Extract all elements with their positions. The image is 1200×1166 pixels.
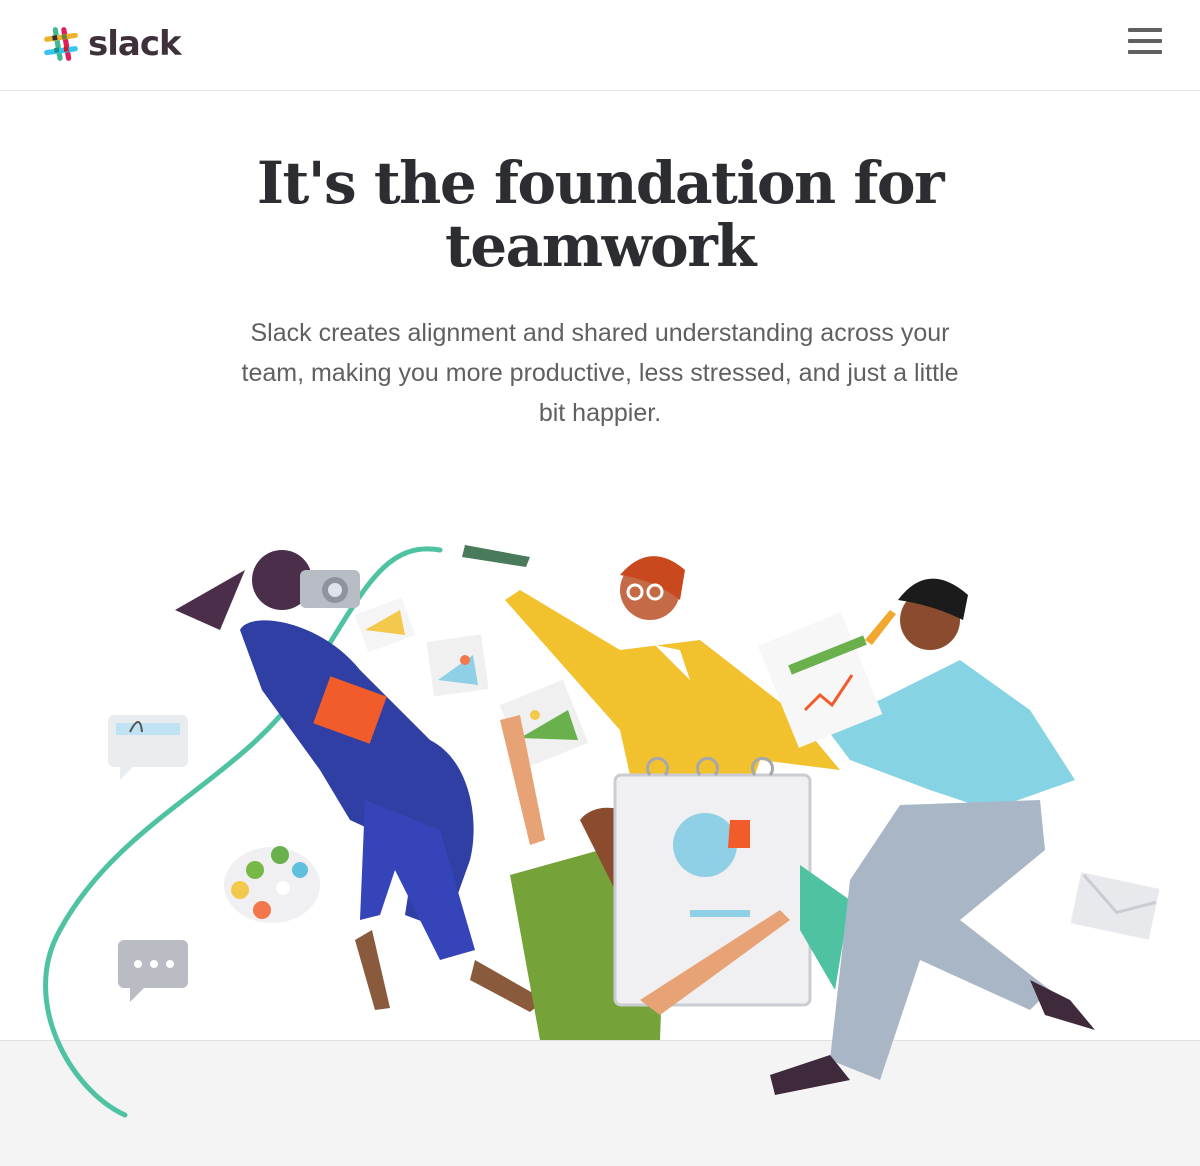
chat-bubble-icon — [118, 940, 188, 1002]
hamburger-menu-icon[interactable] — [1126, 26, 1164, 56]
logo-wordmark: slack — [88, 24, 182, 64]
site-header: slack — [0, 0, 1200, 91]
envelope-icon — [1070, 872, 1160, 940]
hero-subtitle: Slack creates alignment and shared under… — [241, 319, 959, 427]
paint-palette-icon — [224, 846, 320, 923]
teamwork-illustration — [43, 545, 1160, 1118]
slack-hash-logo-icon — [44, 27, 78, 61]
camera-icon — [300, 570, 360, 608]
slack-logo[interactable]: slack — [42, 22, 182, 66]
hero-title: It's the foundation for teamwork — [256, 149, 945, 280]
note-card-icon — [108, 715, 188, 780]
